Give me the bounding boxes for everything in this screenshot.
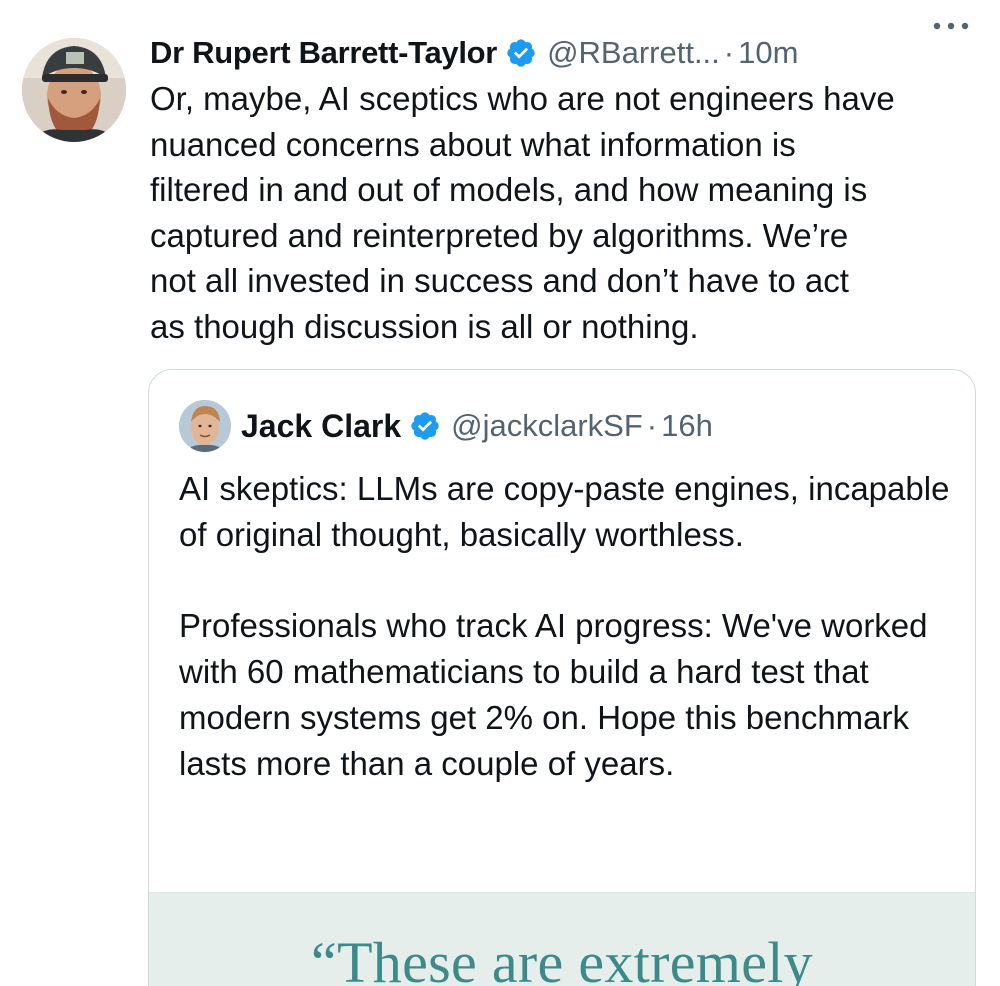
quoted-media-image[interactable]: “These are extremely [149, 892, 975, 986]
author-avatar[interactable] [22, 38, 126, 142]
quoted-author-name[interactable]: Jack Clark [241, 408, 401, 445]
tweet-timestamp[interactable]: 10m [738, 35, 798, 71]
quoted-tweet-header: Jack Clark @jackclarkSF · 16h [179, 400, 713, 452]
quoted-tweet-timestamp[interactable]: 16h [661, 408, 713, 444]
author-handle[interactable]: @RBarrett... [547, 35, 720, 71]
quoted-author-avatar[interactable] [179, 400, 231, 452]
quoted-paragraph: Professionals who track AI progress: We'… [179, 607, 928, 782]
quoted-paragraph: AI skeptics: LLMs are copy-paste engines… [179, 470, 950, 553]
quoted-tweet[interactable]: Jack Clark @jackclarkSF · 16h AI skeptic… [148, 369, 976, 986]
quoted-tweet-text: AI skeptics: LLMs are copy-paste engines… [179, 466, 959, 787]
more-horizontal-icon[interactable] [930, 14, 972, 38]
tweet-text: Or, maybe, AI sceptics who are not engin… [150, 80, 895, 345]
tweet[interactable]: Dr Rupert Barrett-Taylor @RBarrett... · … [0, 0, 1000, 986]
verified-badge-icon [411, 412, 439, 440]
quoted-author-handle[interactable]: @jackclarkSF [451, 408, 643, 444]
separator-dot: · [723, 35, 735, 70]
tweet-header: Dr Rupert Barrett-Taylor @RBarrett... · … [150, 28, 990, 78]
separator-dot: · [646, 408, 658, 443]
author-name[interactable]: Dr Rupert Barrett-Taylor [150, 35, 497, 71]
media-caption: “These are extremely [311, 930, 813, 986]
verified-badge-icon [507, 39, 535, 67]
